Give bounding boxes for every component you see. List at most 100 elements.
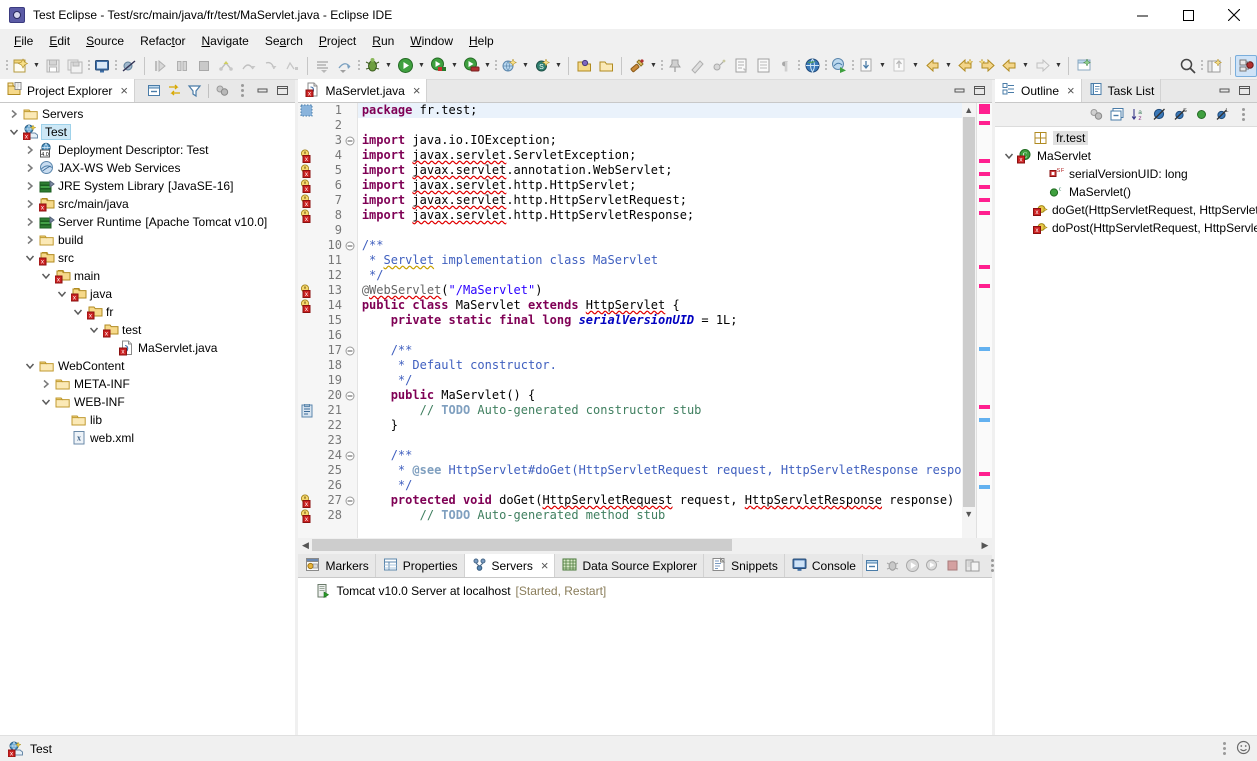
overview-error-mark[interactable] <box>979 121 991 125</box>
tab-properties[interactable]: Properties <box>375 554 465 577</box>
tree-item-servers[interactable]: Servers <box>0 105 295 123</box>
view-menu-filter-icon[interactable] <box>185 81 204 100</box>
close-icon[interactable]: × <box>1067 84 1075 97</box>
chevron-down-icon[interactable] <box>54 285 70 303</box>
back-history-icon[interactable] <box>921 55 943 77</box>
tree-item-web-inf[interactable]: WEB-INF <box>0 393 295 411</box>
code-line[interactable]: /** <box>358 343 962 358</box>
error-marker-icon[interactable]: x <box>298 178 318 193</box>
overview-error-summary[interactable] <box>979 104 991 114</box>
code-line[interactable]: /** <box>358 448 962 463</box>
new-window-icon[interactable] <box>1073 55 1095 77</box>
new-annotation-dropdown-arrow[interactable]: ▼ <box>648 55 659 77</box>
open-web-browser-icon[interactable] <box>801 55 823 77</box>
code-line[interactable]: protected void doGet(HttpServletRequest … <box>358 493 963 508</box>
overview-info-mark[interactable] <box>979 347 991 351</box>
minimize-icon[interactable] <box>253 81 272 100</box>
code-line[interactable]: } <box>358 418 962 433</box>
tree-item-webcontent[interactable]: WebContent <box>0 357 295 375</box>
back-navigation-dropdown-arrow[interactable]: ▼ <box>1020 55 1031 77</box>
chevron-down-icon[interactable] <box>86 321 102 339</box>
start-server-icon[interactable] <box>903 556 922 575</box>
chevron-down-icon[interactable] <box>22 357 38 375</box>
chevron-down-icon[interactable] <box>38 393 54 411</box>
minimize-icon[interactable] <box>1215 81 1234 100</box>
debug-icon[interactable] <box>361 55 383 77</box>
print-screen-icon[interactable] <box>91 55 113 77</box>
search-icon[interactable] <box>1177 55 1199 77</box>
code-line[interactable] <box>358 118 962 133</box>
tree-item-maservlet-java[interactable]: x MaServlet.java <box>0 339 295 357</box>
open-perspective-icon[interactable] <box>1204 55 1226 77</box>
code-line[interactable]: public class MaServlet extends HttpServl… <box>358 298 962 313</box>
java-ee-perspective-icon[interactable] <box>1235 54 1257 77</box>
code-line[interactable]: */ <box>358 268 962 283</box>
toggle-mark-occurrences-icon[interactable] <box>686 55 708 77</box>
code-line[interactable] <box>358 223 962 238</box>
code-line[interactable]: import javax.servlet .ServletException; <box>358 148 962 163</box>
next-edit-icon[interactable] <box>976 55 998 77</box>
code-line[interactable]: import java.io.IOException; <box>358 133 962 148</box>
overview-error-mark[interactable] <box>979 265 991 269</box>
new-java-class-dropdown-arrow[interactable]: ▼ <box>553 55 564 77</box>
new-wizard-icon[interactable] <box>9 55 31 77</box>
sort-icon[interactable]: az <box>1129 105 1148 124</box>
chevron-right-icon[interactable] <box>22 195 38 213</box>
overview-error-mark[interactable] <box>979 472 991 476</box>
menu-source[interactable]: Source <box>78 32 132 50</box>
overview-info-mark[interactable] <box>979 485 991 489</box>
chevron-down-icon[interactable] <box>38 267 54 285</box>
tree-item-src-main-java[interactable]: x src/main/java <box>0 195 295 213</box>
outline-item-fr-test[interactable]: fr.test <box>995 129 1257 147</box>
tree-item-test[interactable]: x test <box>0 321 295 339</box>
tree-item-lib[interactable]: lib <box>0 411 295 429</box>
focus-on-active-task-icon[interactable] <box>1087 105 1106 124</box>
code-line[interactable]: /** <box>358 238 962 253</box>
tree-item-web-xml[interactable]: x web.xml <box>0 429 295 447</box>
overview-error-mark[interactable] <box>979 172 991 176</box>
code-line[interactable]: import javax.servlet .http.HttpServlet; <box>358 178 962 193</box>
maximize-icon[interactable] <box>1235 81 1254 100</box>
code-line[interactable]: // TODO Auto-generated constructor stub <box>358 403 962 418</box>
new-java-project-icon[interactable] <box>498 55 520 77</box>
step-into-icon[interactable] <box>215 55 237 77</box>
fold-collapse-icon[interactable] <box>344 133 357 148</box>
tree-item-java[interactable]: x java <box>0 285 295 303</box>
menu-search[interactable]: Search <box>257 32 311 50</box>
step-over-icon[interactable] <box>237 55 259 77</box>
fold-collapse-icon[interactable] <box>344 493 357 508</box>
new-java-class-icon[interactable]: S <box>531 55 553 77</box>
code-line[interactable]: import javax.servlet .http.HttpServletReq… <box>358 193 962 208</box>
minimize-window-button[interactable] <box>1119 0 1165 30</box>
pilcrow-icon[interactable]: ¶ <box>774 55 796 77</box>
chevron-right-icon[interactable] <box>22 213 38 231</box>
chevron-right-icon[interactable] <box>6 105 22 123</box>
new-dropdown-arrow[interactable]: ▼ <box>31 55 42 77</box>
bookmark-marker-icon[interactable] <box>298 103 318 118</box>
toggle-ant-mark-icon[interactable] <box>708 55 730 77</box>
chevron-right-icon[interactable] <box>22 141 38 159</box>
overview-error-mark[interactable] <box>979 185 991 189</box>
view-menu-icon[interactable] <box>1234 105 1253 124</box>
pin-editor-icon[interactable] <box>664 55 686 77</box>
profile-icon[interactable] <box>460 55 482 77</box>
forward-navigation-dropdown-arrow[interactable]: ▼ <box>1053 55 1064 77</box>
code-line[interactable]: import javax.servlet .annotation.WebServl… <box>358 163 962 178</box>
fold-collapse-icon[interactable] <box>344 343 357 358</box>
last-edit-location-icon[interactable] <box>730 55 752 77</box>
outline-item-maservlet[interactable]: CxMaServlet <box>995 147 1257 165</box>
tree-item-main[interactable]: x main <box>0 267 295 285</box>
editor-horizontal-scrollbar[interactable]: ◀ ▶ <box>298 538 992 552</box>
code-editor[interactable]: xxxxxxxxx 1 2 3 4 5 6 7 8 9 10 11 12 13 14 15 16 17 18 19 2… <box>298 103 992 538</box>
tree-item-build[interactable]: build <box>0 231 295 249</box>
run-icon[interactable] <box>394 55 416 77</box>
export-icon[interactable] <box>888 55 910 77</box>
close-window-button[interactable] <box>1211 0 1257 30</box>
back-history-dropdown-arrow[interactable]: ▼ <box>943 55 954 77</box>
chevron-right-icon[interactable] <box>22 177 38 195</box>
code-line[interactable]: // TODO Auto-generated method stub <box>358 508 962 523</box>
tab-project-explorer[interactable]: Project Explorer × <box>0 79 135 102</box>
run-dropdown-arrow[interactable]: ▼ <box>416 55 427 77</box>
hide-local-types-icon[interactable]: L <box>1213 105 1232 124</box>
overview-info-mark[interactable] <box>979 418 991 422</box>
